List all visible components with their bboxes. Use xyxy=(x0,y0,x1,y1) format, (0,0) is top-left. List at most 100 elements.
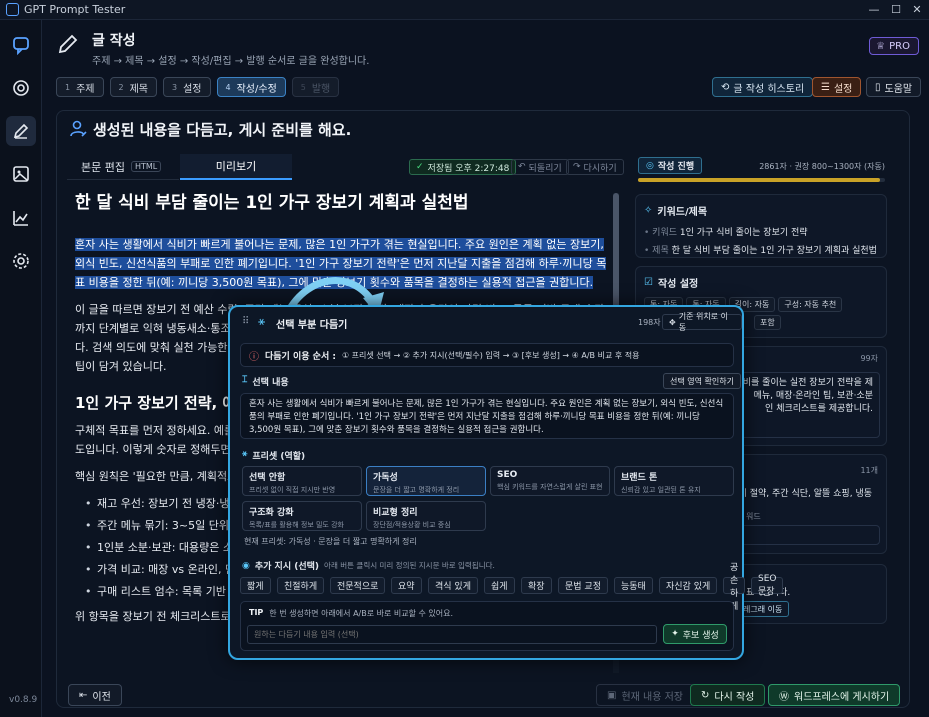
history-icon: ⟲ xyxy=(721,81,730,93)
reset-position-button[interactable]: ✥ 기준 위치로 이동 xyxy=(662,312,742,332)
crown-icon: ♕ xyxy=(876,40,886,52)
save-icon: ▣ xyxy=(607,689,617,701)
preset-none[interactable]: 선택 안함 프리셋 없이 직접 지시만 반영 xyxy=(242,466,362,496)
preset-comparison[interactable]: 비교형 정리 장단점/적용상황 비교 중심 xyxy=(366,501,486,531)
sidebar-image-icon[interactable] xyxy=(6,159,36,189)
keyword-title-card: ✧ 키워드/제목 • 키워드 1인 가구 식비 줄이는 장보기 전략 • 제목 한… xyxy=(635,194,887,258)
undo-button[interactable]: ↶ 되돌리기 xyxy=(511,159,569,175)
instruction-chip[interactable]: 친절하게 xyxy=(277,577,325,594)
target-icon: ◎ xyxy=(646,160,654,171)
redo-icon: ↷ xyxy=(573,162,581,172)
pro-badge[interactable]: ♕ PRO xyxy=(869,37,919,55)
page-subtitle: 주제 → 제목 → 설정 → 작성/편집 → 발행 순서로 글을 완성합니다. xyxy=(92,56,370,67)
sidebar-chat-icon[interactable] xyxy=(6,30,36,60)
instruction-chip[interactable]: SEO 문장 xyxy=(751,574,784,597)
progress-title: ◎ 작성 진행 xyxy=(638,157,703,174)
check-selection-button[interactable]: 선택 영역 확인하기 xyxy=(663,373,741,389)
step-title[interactable]: 2 제목 xyxy=(109,77,157,97)
tags-hint: 워드 xyxy=(746,512,761,521)
editor-scrollbar-thumb[interactable] xyxy=(613,193,619,323)
instruction-chip[interactable]: 쉽게 xyxy=(484,577,515,594)
popup-title: 선택 부분 다듬기 xyxy=(276,320,348,331)
title-value: 한 달 식비 부담 줄이는 1인 가구 장보기 계획과 실천법 xyxy=(671,246,877,256)
step-topic[interactable]: 1 주제 xyxy=(56,77,104,97)
help-button[interactable]: ▯ 도움말 xyxy=(866,77,922,97)
sparkles-icon: ✦ xyxy=(671,629,679,639)
setting-chip: 구성: 자동 추천 xyxy=(778,297,843,312)
info-icon: ⓘ xyxy=(249,351,259,363)
preset-structure[interactable]: 구조화 강화 목록/표를 활용해 정보 밀도 강화 xyxy=(242,501,362,531)
meta-count: 99자 xyxy=(860,354,878,363)
instruction-chip[interactable]: 능동태 xyxy=(614,577,653,594)
usage-steps-box: ⓘ 다듬기 이용 순서 : ① 프리셋 선택 → ② 추가 지시(선택/필수) … xyxy=(240,343,734,367)
redo-button[interactable]: ↷ 다시하기 xyxy=(566,159,624,175)
step-settings[interactable]: 3 설정 xyxy=(163,77,211,97)
sidebar-gear-icon[interactable] xyxy=(6,246,36,276)
instruction-chip[interactable]: 공손하게 xyxy=(723,563,746,612)
preset-label: ⚹ 프리셋 (역할) xyxy=(242,449,306,462)
sidebar-openai-icon[interactable] xyxy=(6,73,36,103)
app-title: GPT Prompt Tester xyxy=(24,3,126,16)
instruction-chip[interactable]: 격식 있게 xyxy=(428,577,478,594)
bottom-action-bar: ⇤ 이전 ▣ 현재 내용 저장 ↻ 다시 작성 Ⓦ 워드프레스에 게시하기 xyxy=(56,680,910,710)
history-button[interactable]: ⟲ 글 작성 히스토리 xyxy=(712,77,814,97)
selection-label: ⌶ 선택 내용 xyxy=(242,375,289,388)
sparkle-icon: ✧ xyxy=(644,205,653,216)
instruction-chip[interactable]: 자신감 있게 xyxy=(659,577,718,594)
setting-chip: 포함 xyxy=(754,315,781,330)
wordpress-icon: Ⓦ xyxy=(779,691,789,703)
refine-selection-popup: ⠿ ⚹ 선택 부분 다듬기 198자 ✥ 기준 위치로 이동 ⓘ 다듬기 이용 순… xyxy=(228,305,784,660)
section-title: 생성된 내용을 다듬고, 게시 준비를 해요. xyxy=(93,121,352,139)
text-select-icon: ⌶ xyxy=(242,375,248,385)
instruction-chip[interactable]: 전문적으로 xyxy=(330,577,386,594)
instruction-chip[interactable]: 요약 xyxy=(391,577,422,594)
settings-card-title: ☑ 작성 설정 xyxy=(644,277,699,290)
tip-text: 한 번 생성하면 아래에서 A/B로 바로 비교할 수 있어요. xyxy=(269,609,454,618)
sliders-icon: ☰ xyxy=(821,81,830,93)
step-publish[interactable]: 5 발행 xyxy=(291,77,340,97)
progress-track xyxy=(638,178,885,182)
sidebar: v0.8.9 xyxy=(0,20,42,717)
instruction-chip[interactable]: 문법 교정 xyxy=(558,577,608,594)
magic-wand-icon: ⚹ xyxy=(258,314,266,328)
sidebar-chart-icon[interactable] xyxy=(6,203,36,233)
keyword-card-title: ✧ 키워드/제목 xyxy=(644,205,708,218)
tab-edit[interactable]: 본문 편집 HTML xyxy=(67,154,179,180)
drag-handle-icon[interactable]: ⠿ xyxy=(242,316,249,327)
keyword-value: 1인 가구 식비 줄이는 장보기 전략 xyxy=(679,228,808,238)
selected-text-box: 혼자 사는 생활에서 식비가 빠르게 불어나는 문제, 많은 1인 가구가 겪는… xyxy=(240,393,734,439)
step-write-edit[interactable]: 4 작성/수정 xyxy=(216,77,286,97)
preset-brand-tone[interactable]: 브랜드 톤 신뢰감 있고 일관된 톤 유지 xyxy=(614,466,734,496)
check-icon: ✓ xyxy=(416,162,424,172)
instruction-chip[interactable]: 확장 xyxy=(521,577,552,594)
preset-seo[interactable]: SEO 핵심 키워드를 자연스럽게 살린 표현 xyxy=(490,466,610,496)
save-content-button[interactable]: ▣ 현재 내용 저장 xyxy=(596,684,695,706)
prev-button[interactable]: ⇤ 이전 xyxy=(68,684,122,706)
close-button[interactable]: ✕ xyxy=(909,2,925,18)
tab-preview[interactable]: 미리보기 xyxy=(180,154,292,180)
progress-fill xyxy=(638,178,881,182)
prev-icon: ⇤ xyxy=(79,689,88,701)
generate-candidates-button[interactable]: ✦ 후보 생성 xyxy=(663,624,727,644)
tip-label: TIP xyxy=(249,608,264,617)
tags-text: 비 절약, 주간 식단, 알뜰 쇼핑, 냉동 xyxy=(738,489,872,499)
undo-icon: ↶ xyxy=(518,162,526,172)
title-bar: GPT Prompt Tester — ☐ ✕ xyxy=(0,0,929,20)
pen-icon xyxy=(58,34,78,54)
minimize-button[interactable]: — xyxy=(866,2,882,18)
title-label: 제목 xyxy=(652,246,669,256)
step-tabs: 1 주제 2 제목 3 설정 4 작성/수정 5 발행 xyxy=(56,77,340,97)
preset-readability[interactable]: 가독성 문장을 더 짧고 명확하게 정리 xyxy=(366,466,486,496)
refine-instruction-input[interactable] xyxy=(247,625,657,644)
checklist-icon: ☑ xyxy=(644,277,653,288)
sidebar-write-icon[interactable] xyxy=(6,116,36,146)
app-icon xyxy=(6,3,19,16)
publish-wordpress-button[interactable]: Ⓦ 워드프레스에 게시하기 xyxy=(768,684,901,706)
wand-icon: ⚹ xyxy=(242,449,248,459)
rewrite-button[interactable]: ↻ 다시 작성 xyxy=(690,684,766,706)
instruction-chip[interactable]: 짧게 xyxy=(240,577,271,594)
settings-button[interactable]: ☰ 설정 xyxy=(812,77,862,97)
maximize-button[interactable]: ☐ xyxy=(888,2,904,18)
book-icon: ▯ xyxy=(875,81,881,93)
link-move-button[interactable]: 레그래 이동 xyxy=(736,601,790,617)
